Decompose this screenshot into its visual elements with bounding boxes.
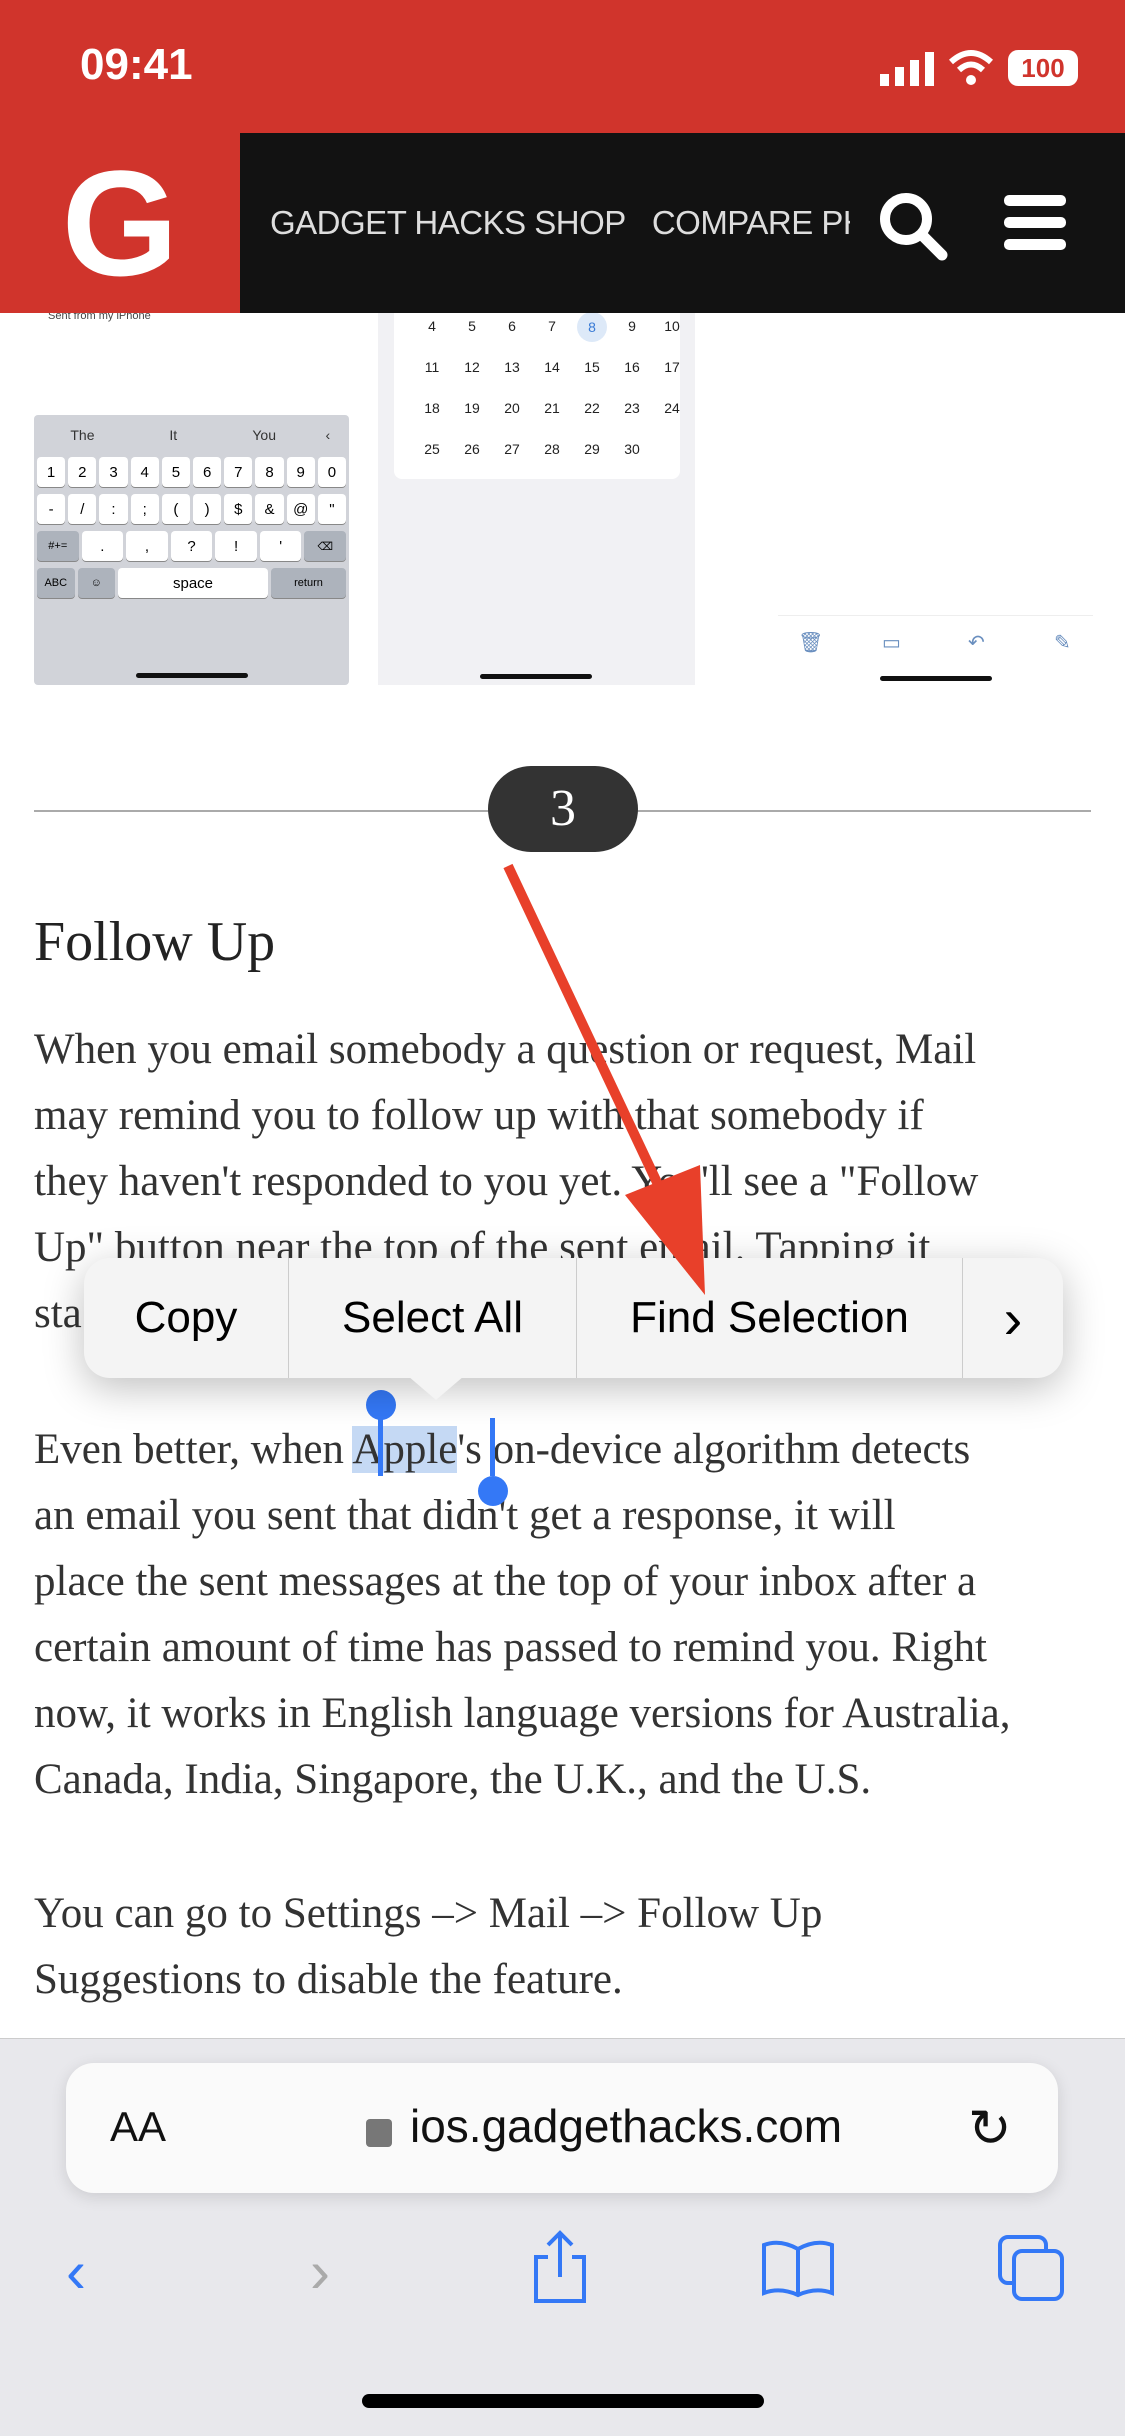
text-size-button[interactable]: AA <box>110 2103 166 2151</box>
text-line: Canada, India, Singapore, the U.K., and … <box>34 1756 872 1803</box>
text-line: now, it works in English language versio… <box>34 1690 1011 1737</box>
annotation-arrow <box>503 863 705 1295</box>
back-icon[interactable]: ‹ <box>66 2237 86 2306</box>
bookmarks-icon[interactable] <box>760 2239 836 2299</box>
paragraph-3: You can go to Settings –> Mail –> Follow… <box>34 1881 822 2013</box>
text-line: place the sent messages at the top of yo… <box>34 1558 977 1605</box>
forward-icon[interactable]: › <box>310 2237 330 2306</box>
text-line: certain amount of time has passed to rem… <box>34 1624 987 1671</box>
reload-icon[interactable]: ↻ <box>968 2099 1012 2159</box>
text: Even better, when <box>34 1426 353 1473</box>
text-line: You can go to Settings –> Mail –> Follow… <box>34 1890 823 1937</box>
home-indicator <box>362 2394 764 2408</box>
text-line: Suggestions to disable the feature. <box>34 1956 623 2003</box>
share-icon[interactable] <box>530 2229 590 2305</box>
text-line: an email you sent that didn't get a resp… <box>34 1492 896 1539</box>
lock-icon <box>366 2119 392 2147</box>
address-bar[interactable]: AA ios.gadgethacks.com ↻ <box>66 2063 1058 2193</box>
selected-text[interactable]: Apple <box>352 1426 458 1473</box>
selection-end-handle[interactable] <box>490 1418 495 1476</box>
selection-start-handle[interactable] <box>378 1418 383 1476</box>
url-text[interactable]: ios.gadgethacks.com <box>410 2099 842 2153</box>
selection-end-knob[interactable] <box>478 1476 508 1506</box>
paragraph-2: Even better, when Apple's on-device algo… <box>34 1417 1011 1813</box>
browser-toolbar: AA ios.gadgethacks.com ↻ ‹ › <box>0 2038 1125 2436</box>
text: 's on-device algorithm detects <box>457 1426 971 1473</box>
tabs-icon[interactable] <box>996 2233 1068 2303</box>
